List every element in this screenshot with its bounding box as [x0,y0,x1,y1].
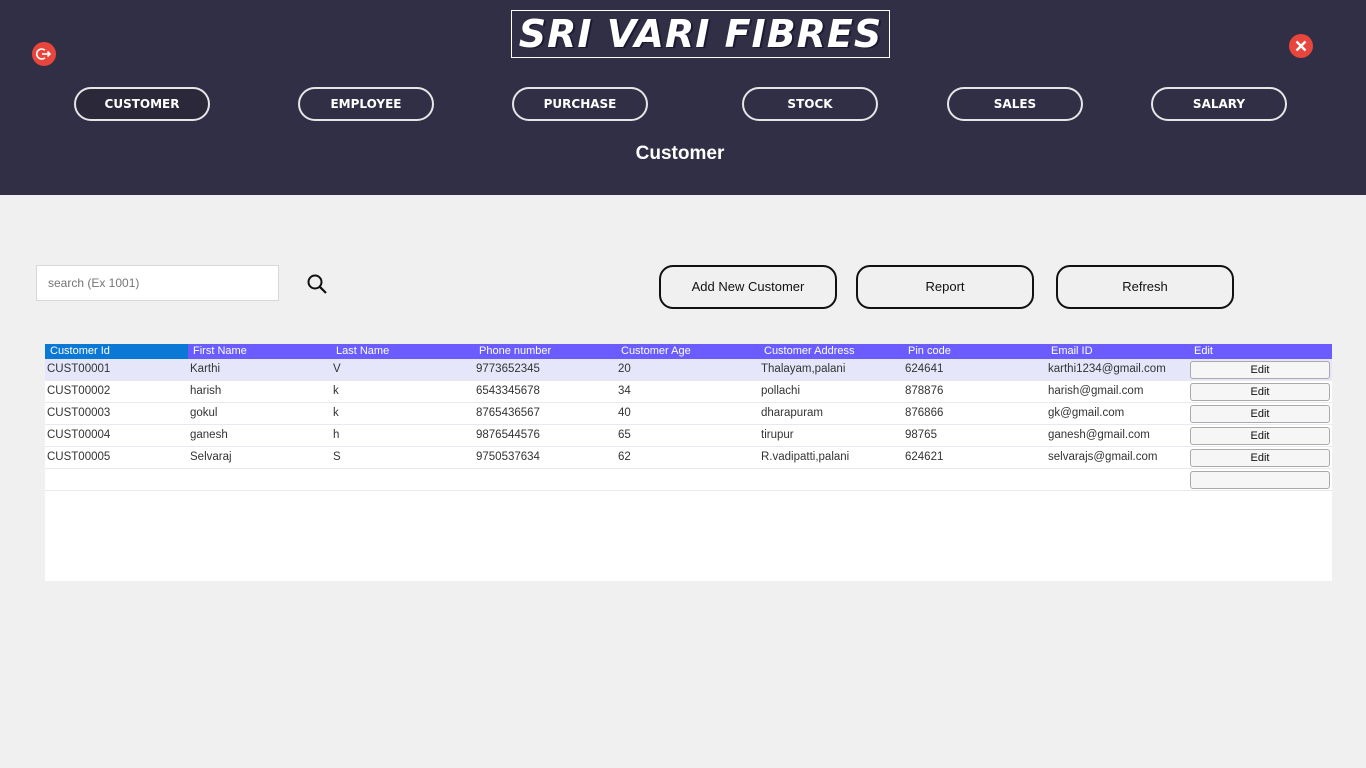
table-row[interactable]: CUST00001 Karthi V 9773652345 20 Thalayam,pal… [45,359,1332,381]
cell-phone-number: 9876544576 [476,429,540,441]
cell-last-name: V [333,363,341,375]
cell-customer-age: 40 [618,407,631,419]
cell-last-name: k [333,385,339,397]
table-row[interactable]: CUST00002 harish k 6543345678 34 pollachi 8788… [45,381,1332,403]
close-icon[interactable] [1289,34,1313,58]
cell-customer-id: CUST00004 [47,429,111,441]
cell-customer-age: 34 [618,385,631,397]
add-new-customer-button[interactable]: Add New Customer [659,265,837,309]
nav-stock-button[interactable]: STOCK [742,87,878,121]
cell-first-name: harish [190,385,222,397]
column-header-edit[interactable]: Edit [1189,344,1332,359]
nav-customer-button[interactable]: CUSTOMER [74,87,210,121]
edit-button[interactable]: Edit [1190,383,1330,401]
cell-first-name: Selvaraj [190,451,232,463]
cell-pin-code: 98765 [905,429,937,441]
app-logo: SRI VARI FIBRES [511,10,890,58]
column-header-pin-code[interactable]: Pin code [903,344,1046,359]
cell-last-name: k [333,407,339,419]
customer-table[interactable]: Customer Id First Name Last Name Phone numb… [45,344,1332,581]
report-button[interactable]: Report [856,265,1034,309]
cell-customer-address: Thalayam,palani [761,363,846,375]
new-row[interactable] [45,469,1332,491]
edit-button[interactable]: Edit [1190,449,1330,467]
column-header-last-name[interactable]: Last Name [331,344,474,359]
cell-phone-number: 8765436567 [476,407,540,419]
cell-email-id: karthi1234@gmail.com [1048,363,1166,375]
cell-customer-age: 20 [618,363,631,375]
cell-pin-code: 624641 [905,363,944,375]
app-header: SRI VARI FIBRES CUSTOMER EMPLOYEE PURCHA… [0,0,1366,195]
cell-last-name: S [333,451,341,463]
cell-first-name: gokul [190,407,218,419]
column-header-customer-age[interactable]: Customer Age [616,344,759,359]
cell-customer-id: CUST00001 [47,363,111,375]
column-header-email-id[interactable]: Email ID [1046,344,1189,359]
nav-employee-button[interactable]: EMPLOYEE [298,87,434,121]
cell-pin-code: 878876 [905,385,944,397]
cell-customer-id: CUST00005 [47,451,111,463]
column-header-customer-id[interactable]: Customer Id [45,344,188,359]
cell-customer-age: 65 [618,429,631,441]
cell-email-id: selvarajs@gmail.com [1048,451,1158,463]
column-header-customer-address[interactable]: Customer Address [759,344,903,359]
edit-button[interactable]: Edit [1190,427,1330,445]
cell-customer-age: 62 [618,451,631,463]
cell-customer-address: pollachi [761,385,800,397]
cell-first-name: Karthi [190,363,221,375]
cell-email-id: harish@gmail.com [1048,385,1144,397]
cell-email-id: ganesh@gmail.com [1048,429,1150,441]
table-row[interactable]: CUST00005 Selvaraj S 9750537634 62 R.vadipatt… [45,447,1332,469]
refresh-button[interactable]: Refresh [1056,265,1234,309]
edit-button[interactable]: Edit [1190,361,1330,379]
cell-first-name: ganesh [190,429,228,441]
search-input[interactable] [36,265,279,301]
page-title: Customer [635,143,725,164]
column-header-first-name[interactable]: First Name [188,344,331,359]
cell-phone-number: 9773652345 [476,363,540,375]
nav-purchase-button[interactable]: PURCHASE [512,87,648,121]
cell-customer-id: CUST00002 [47,385,111,397]
cell-customer-id: CUST00003 [47,407,111,419]
cell-customer-address: dharapuram [761,407,824,419]
cell-email-id: gk@gmail.com [1048,407,1125,419]
edit-button[interactable]: Edit [1190,405,1330,423]
nav-salary-button[interactable]: SALARY [1151,87,1287,121]
logout-icon[interactable] [32,42,56,66]
cell-last-name: h [333,429,340,441]
table-header: Customer Id First Name Last Name Phone numb… [45,344,1332,359]
nav-sales-button[interactable]: SALES [947,87,1083,121]
cell-phone-number: 9750537634 [476,451,540,463]
table-row[interactable]: CUST00004 ganesh h 9876544576 65 tirupur 98765… [45,425,1332,447]
search-icon[interactable] [305,272,329,296]
cell-customer-address: R.vadipatti,palani [761,451,850,463]
table-row[interactable]: CUST00003 gokul k 8765436567 40 dharapuram 876… [45,403,1332,425]
cell-phone-number: 6543345678 [476,385,540,397]
column-header-phone-number[interactable]: Phone number [474,344,616,359]
cell-customer-address: tirupur [761,429,794,441]
cell-pin-code: 876866 [905,407,944,419]
new-row-edit-button[interactable] [1190,471,1330,489]
cell-pin-code: 624621 [905,451,944,463]
